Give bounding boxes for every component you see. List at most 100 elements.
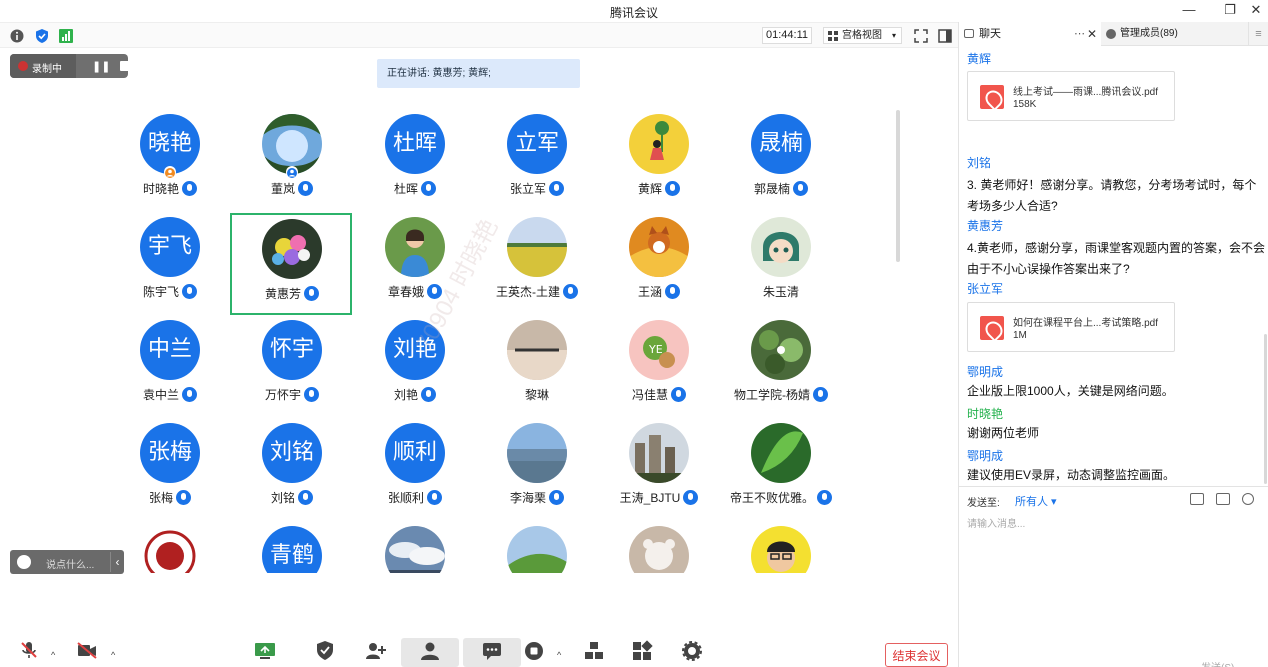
signal-icon[interactable] bbox=[58, 28, 74, 44]
settings-button[interactable]: 设置 bbox=[663, 638, 721, 667]
message-sender: 黄辉 bbox=[967, 52, 992, 66]
chat-icon bbox=[964, 29, 974, 38]
chevron-up-icon[interactable]: ^ bbox=[557, 650, 561, 660]
participant-tile[interactable]: 董岚 bbox=[232, 114, 352, 214]
participant-tile[interactable]: 怀宇 万怀宇 bbox=[232, 320, 352, 420]
info-icon[interactable] bbox=[9, 28, 25, 44]
panel-tabs: 聊天 ⋯ ✕ 管理成员(89) ≡ bbox=[959, 22, 1268, 46]
file-size: 1M bbox=[1013, 330, 1027, 341]
participant-name-text: 黄辉 bbox=[637, 182, 662, 196]
mic-icon bbox=[549, 490, 564, 505]
participant-tile[interactable] bbox=[477, 526, 597, 573]
chat-input[interactable]: 请输入消息... bbox=[967, 515, 1025, 530]
participant-tile[interactable]: 朱玉清 bbox=[721, 217, 841, 317]
participant-name-text: 朱玉清 bbox=[762, 285, 799, 299]
participant-tile[interactable]: 帝王不败优雅。 bbox=[721, 423, 841, 523]
participant-tile[interactable]: 晓艳 时晓艳 bbox=[110, 114, 230, 214]
participant-tile[interactable]: 黄惠芳 bbox=[230, 213, 352, 315]
smiley-icon[interactable] bbox=[17, 555, 31, 569]
participant-tile[interactable] bbox=[110, 526, 230, 573]
participant-tile[interactable]: 物工学院-杨婧 bbox=[721, 320, 841, 420]
more-icon[interactable]: ⋯ bbox=[1074, 22, 1085, 46]
send-to-selector[interactable]: 所有人 ▾ bbox=[1015, 493, 1057, 509]
mic-icon bbox=[563, 284, 578, 299]
chat-messages: 黄辉 线上考试——雨课...腾讯会议.pdf 158K 刘铭 3. 黄老师好！感谢分享。… bbox=[959, 46, 1268, 486]
mic-icon bbox=[298, 181, 313, 196]
participant-name: 袁中兰 bbox=[110, 386, 230, 403]
minimize-button[interactable]: — bbox=[1178, 2, 1200, 17]
pdf-icon bbox=[980, 316, 1004, 340]
file-attachment[interactable]: 线上考试——雨课...腾讯会议.pdf 158K bbox=[967, 71, 1175, 121]
participant-tile[interactable] bbox=[721, 526, 841, 573]
svg-text:YE: YE bbox=[648, 343, 663, 356]
participant-tile[interactable]: 王英杰-土建 bbox=[477, 217, 597, 317]
grid-scrollbar[interactable] bbox=[896, 110, 900, 262]
participant-name-text: 董岚 bbox=[270, 182, 295, 196]
participant-avatar-image bbox=[751, 320, 811, 380]
participant-name-text: 杜晖 bbox=[393, 182, 418, 196]
participant-name: 帝王不败优雅。 bbox=[721, 489, 841, 506]
invite-button[interactable]: 邀请 bbox=[346, 638, 404, 667]
mic-icon bbox=[421, 387, 436, 402]
quick-chat-bar[interactable]: 说点什么... ‹ bbox=[10, 550, 124, 574]
participant-tile[interactable]: 刘艳 刘艳 bbox=[355, 320, 475, 420]
participant-tile[interactable]: 青鹤 bbox=[232, 526, 352, 573]
maximize-button[interactable]: ❐ bbox=[1219, 2, 1241, 18]
mic-off-button[interactable]: 解除静音 bbox=[0, 638, 58, 667]
shield-icon[interactable] bbox=[34, 28, 50, 44]
mic-icon bbox=[549, 181, 564, 196]
participant-tile[interactable]: 刘铭 刘铭 bbox=[232, 423, 352, 523]
close-button[interactable]: ✕ bbox=[1245, 2, 1267, 18]
folder-icon[interactable] bbox=[1190, 493, 1204, 505]
grid-view-selector[interactable]: 宫格视图 ▾ bbox=[823, 27, 902, 44]
participant-tile[interactable]: 立军 张立军 bbox=[477, 114, 597, 214]
file-name: 线上考试——雨课...腾讯会议.pdf bbox=[1013, 87, 1159, 98]
participant-name: 郭晟楠 bbox=[721, 180, 841, 197]
send-button[interactable]: 发送(S) bbox=[1201, 659, 1234, 667]
participant-tile[interactable]: 李海栗 bbox=[477, 423, 597, 523]
share-screen-button[interactable]: 共享屏幕 bbox=[236, 638, 294, 667]
stop-recording-button[interactable] bbox=[120, 61, 130, 71]
participant-name: 王涛_BJTU bbox=[599, 489, 719, 506]
screenshot-icon[interactable] bbox=[1216, 493, 1230, 505]
participant-tile[interactable]: YE 冯佳慧 bbox=[599, 320, 719, 420]
end-meeting-button[interactable]: 结束会议 bbox=[885, 643, 948, 667]
participant-tile[interactable]: 王涛_BJTU bbox=[599, 423, 719, 523]
members-button[interactable]: 管理成员(89) bbox=[401, 638, 459, 667]
chevron-up-icon[interactable]: ^ bbox=[51, 650, 55, 660]
participant-tile[interactable]: 宇飞 陈宇飞 bbox=[110, 217, 230, 317]
participant-tile[interactable]: 黎琳 bbox=[477, 320, 597, 420]
participant-tile[interactable]: 顺利 张顺利 bbox=[355, 423, 475, 523]
close-icon[interactable]: ✕ bbox=[1087, 22, 1097, 46]
participant-name-text: 王涵 bbox=[637, 285, 662, 299]
collapse-arrow-icon[interactable]: ‹ bbox=[110, 552, 124, 572]
video-off-icon bbox=[77, 642, 97, 659]
participant-tile[interactable]: 杜晖 杜晖 bbox=[355, 114, 475, 214]
tab-chat[interactable]: 聊天 ⋯ ✕ bbox=[959, 22, 1101, 46]
participant-tile[interactable]: 章春娥 bbox=[355, 217, 475, 317]
participant-tile[interactable]: 中兰 袁中兰 bbox=[110, 320, 230, 420]
participant-avatar: 宇飞 bbox=[140, 217, 200, 277]
user-icon[interactable] bbox=[1242, 493, 1254, 505]
video-off-button[interactable]: 开启视频 bbox=[58, 638, 116, 667]
panel-menu-icon[interactable]: ≡ bbox=[1248, 22, 1268, 46]
record-stop-button[interactable]: 结束录制 bbox=[505, 638, 563, 667]
sidebar-toggle-icon[interactable] bbox=[937, 28, 953, 44]
participant-tile[interactable]: 王涵 bbox=[599, 217, 719, 317]
chevron-up-icon[interactable]: ^ bbox=[111, 650, 115, 660]
fullscreen-icon[interactable] bbox=[913, 28, 929, 44]
mic-icon bbox=[665, 181, 680, 196]
participant-avatar-image bbox=[507, 217, 567, 277]
pause-recording-button[interactable]: ❚❚ bbox=[92, 60, 110, 73]
tab-members[interactable]: 管理成员(89) bbox=[1104, 22, 1244, 46]
participant-avatar-image bbox=[140, 526, 200, 573]
participant-name: 张立军 bbox=[477, 180, 597, 197]
participant-tile[interactable] bbox=[599, 526, 719, 573]
participant-tile[interactable]: 黄辉 bbox=[599, 114, 719, 214]
file-attachment[interactable]: 如何在课程平台上...考试策略.pdf 1M bbox=[967, 302, 1175, 352]
chat-scrollbar[interactable] bbox=[1264, 334, 1267, 484]
participant-tile[interactable]: 晟楠 郭晟楠 bbox=[721, 114, 841, 214]
participant-tile[interactable]: 张梅 张梅 bbox=[110, 423, 230, 523]
participant-name-text: 王涛_BJTU bbox=[619, 491, 681, 505]
participant-tile[interactable] bbox=[355, 526, 475, 573]
